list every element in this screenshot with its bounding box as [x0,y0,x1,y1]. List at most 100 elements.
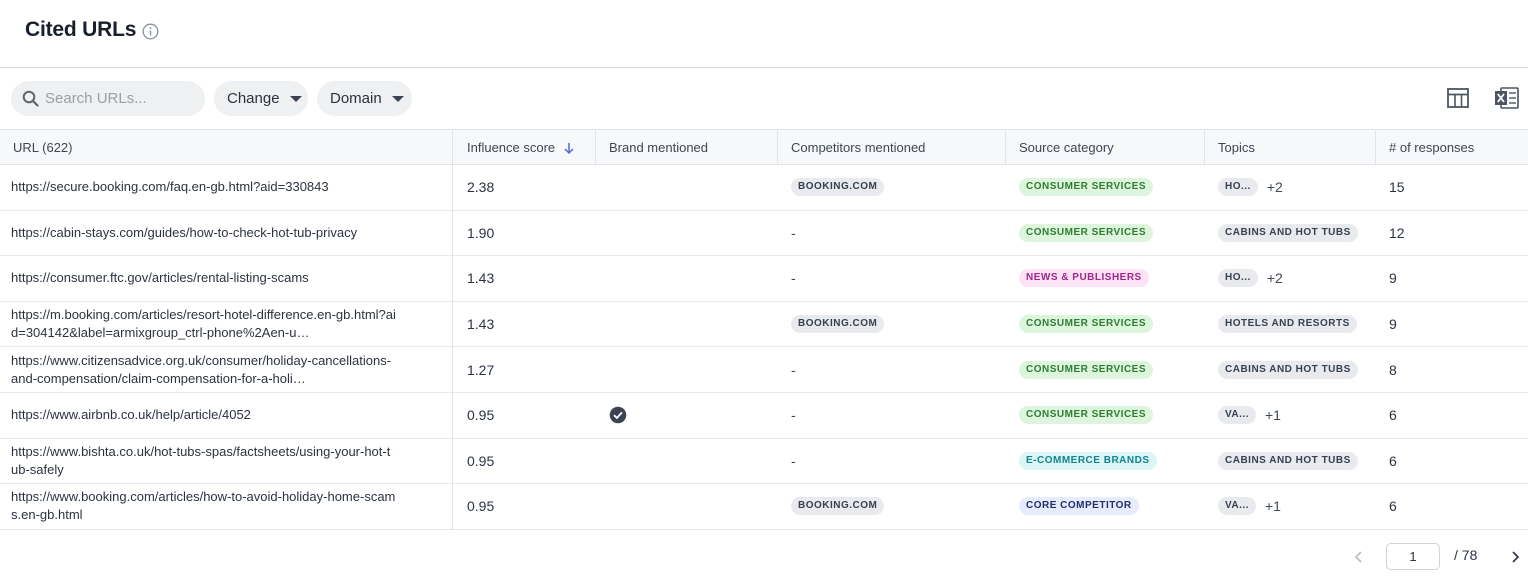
more-topics-count[interactable]: +1 [1265,407,1281,423]
sort-descending-icon [564,142,574,154]
category-tag: CORE COMPETITOR [1019,497,1139,516]
url-cell[interactable]: https://www.citizensadvice.org.uk/consum… [11,347,396,392]
topics-cell: VA... +1 [1218,484,1281,529]
competitor-tag: BOOKING.COM [791,178,885,197]
source-category-cell: CONSUMER SERVICES [1019,393,1154,438]
url-cell[interactable]: https://m.booking.com/articles/resort-ho… [11,302,396,347]
column-header-brand-mentioned[interactable]: Brand mentioned [596,130,708,165]
url-link[interactable]: https://www.bishta.co.uk/hot-tubs-spas/f… [11,443,396,479]
info-icon[interactable] [142,23,159,40]
table-row[interactable]: https://www.booking.com/articles/how-to-… [0,484,1528,530]
topics-cell: HO... +2 [1218,256,1283,301]
source-category-cell: E-COMMERCE BRANDS [1019,439,1157,484]
more-topics-count[interactable]: +1 [1265,498,1281,514]
url-link[interactable]: https://m.booking.com/articles/resort-ho… [11,306,396,342]
page-header: Cited URLs [0,0,1528,68]
url-link[interactable]: https://secure.booking.com/faq.en-gb.htm… [11,178,329,196]
competitors-cell: - [791,439,796,484]
table-body: https://secure.booking.com/faq.en-gb.htm… [0,165,1528,530]
column-header-influence-score[interactable]: Influence score [454,130,576,165]
url-cell[interactable]: https://cabin-stays.com/guides/how-to-ch… [11,211,396,256]
influence-score-cell: 0.95 [467,498,495,515]
empty-value: - [791,270,796,287]
more-topics-count[interactable]: +2 [1267,179,1283,195]
excel-export-icon[interactable] [1494,86,1520,110]
influence-score-cell: 1.90 [467,224,495,241]
topics-cell: HO... +2 [1218,165,1283,210]
category-tag: CONSUMER SERVICES [1019,178,1154,197]
search-input[interactable] [45,81,200,116]
source-category-cell: CONSUMER SERVICES [1019,165,1154,210]
responses-cell: 9 [1389,316,1397,333]
url-link[interactable]: https://www.citizensadvice.org.uk/consum… [11,352,396,388]
table-row[interactable]: https://consumer.ftc.gov/articles/rental… [0,256,1528,302]
url-cell[interactable]: https://secure.booking.com/faq.en-gb.htm… [11,165,396,210]
search-box[interactable] [11,81,205,116]
influence-score-cell: 1.43 [467,270,495,287]
url-cell[interactable]: https://www.airbnb.co.uk/help/article/40… [11,393,396,438]
url-cell[interactable]: https://consumer.ftc.gov/articles/rental… [11,256,396,301]
category-tag: E-COMMERCE BRANDS [1019,451,1157,470]
table-row[interactable]: https://www.citizensadvice.org.uk/consum… [0,347,1528,393]
previous-page-icon[interactable] [1353,550,1365,564]
url-cell[interactable]: https://www.booking.com/articles/how-to-… [11,484,396,529]
more-topics-count[interactable]: +2 [1267,270,1283,286]
url-link[interactable]: https://www.airbnb.co.uk/help/article/40… [11,406,251,424]
url-link[interactable]: https://cabin-stays.com/guides/how-to-ch… [11,224,357,242]
domain-filter-label: Domain [330,90,382,107]
page-number-input[interactable] [1386,543,1440,570]
topics-cell: CABINS AND HOT TUBS [1218,211,1358,256]
influence-score-cell: 1.27 [467,361,495,378]
empty-value: - [791,407,796,424]
source-category-cell: CONSUMER SERVICES [1019,211,1154,256]
table-header: URL (622) Influence score Brand mentione… [0,129,1528,165]
responses-cell: 9 [1389,270,1397,287]
table-row[interactable]: https://www.airbnb.co.uk/help/article/40… [0,393,1528,439]
influence-score-cell: 1.43 [467,316,495,333]
source-category-cell: CONSUMER SERVICES [1019,302,1154,347]
topics-cell: HOTELS AND RESORTS [1218,302,1357,347]
competitors-cell: - [791,256,796,301]
category-tag: CONSUMER SERVICES [1019,360,1154,379]
change-filter-dropdown[interactable]: Change [214,81,308,116]
competitors-cell: BOOKING.COM [791,484,885,529]
source-category-cell: CORE COMPETITOR [1019,484,1139,529]
total-pages-label: / 78 [1454,547,1478,563]
empty-value: - [791,224,796,241]
url-link[interactable]: https://www.booking.com/articles/how-to-… [11,488,396,524]
topic-tag: CABINS AND HOT TUBS [1218,360,1358,379]
responses-cell: 12 [1389,224,1405,241]
column-header-topics[interactable]: Topics [1205,130,1255,165]
column-header-url[interactable]: URL (622) [0,130,72,165]
url-link[interactable]: https://consumer.ftc.gov/articles/rental… [11,269,309,287]
topics-cell: VA... +1 [1218,393,1281,438]
domain-filter-dropdown[interactable]: Domain [317,81,412,116]
table-row[interactable]: https://cabin-stays.com/guides/how-to-ch… [0,211,1528,257]
next-page-icon[interactable] [1509,550,1521,564]
column-header-responses[interactable]: # of responses [1376,130,1474,165]
source-category-cell: NEWS & PUBLISHERS [1019,256,1149,301]
topic-tag: HO... [1218,178,1258,197]
source-category-cell: CONSUMER SERVICES [1019,347,1154,392]
table-icon[interactable] [1446,86,1470,110]
url-cell[interactable]: https://www.bishta.co.uk/hot-tubs-spas/f… [11,439,396,484]
column-header-source-category[interactable]: Source category [1006,130,1114,165]
table-row[interactable]: https://m.booking.com/articles/resort-ho… [0,302,1528,348]
table-row[interactable]: https://secure.booking.com/faq.en-gb.htm… [0,165,1528,211]
page-title: Cited URLs [25,18,137,41]
responses-cell: 8 [1389,361,1397,378]
responses-cell: 6 [1389,498,1397,515]
check-circle-icon [609,406,627,424]
topic-tag: VA... [1218,497,1256,516]
competitor-tag: BOOKING.COM [791,315,885,334]
empty-value: - [791,452,796,469]
category-tag: NEWS & PUBLISHERS [1019,269,1149,288]
caret-down-icon [391,95,404,102]
empty-value: - [791,361,796,378]
table-row[interactable]: https://www.bishta.co.uk/hot-tubs-spas/f… [0,439,1528,485]
competitors-cell: BOOKING.COM [791,165,885,210]
column-header-competitors-mentioned[interactable]: Competitors mentioned [778,130,925,165]
category-tag: CONSUMER SERVICES [1019,223,1154,242]
topic-tag: CABINS AND HOT TUBS [1218,223,1358,242]
topics-cell: CABINS AND HOT TUBS [1218,347,1358,392]
